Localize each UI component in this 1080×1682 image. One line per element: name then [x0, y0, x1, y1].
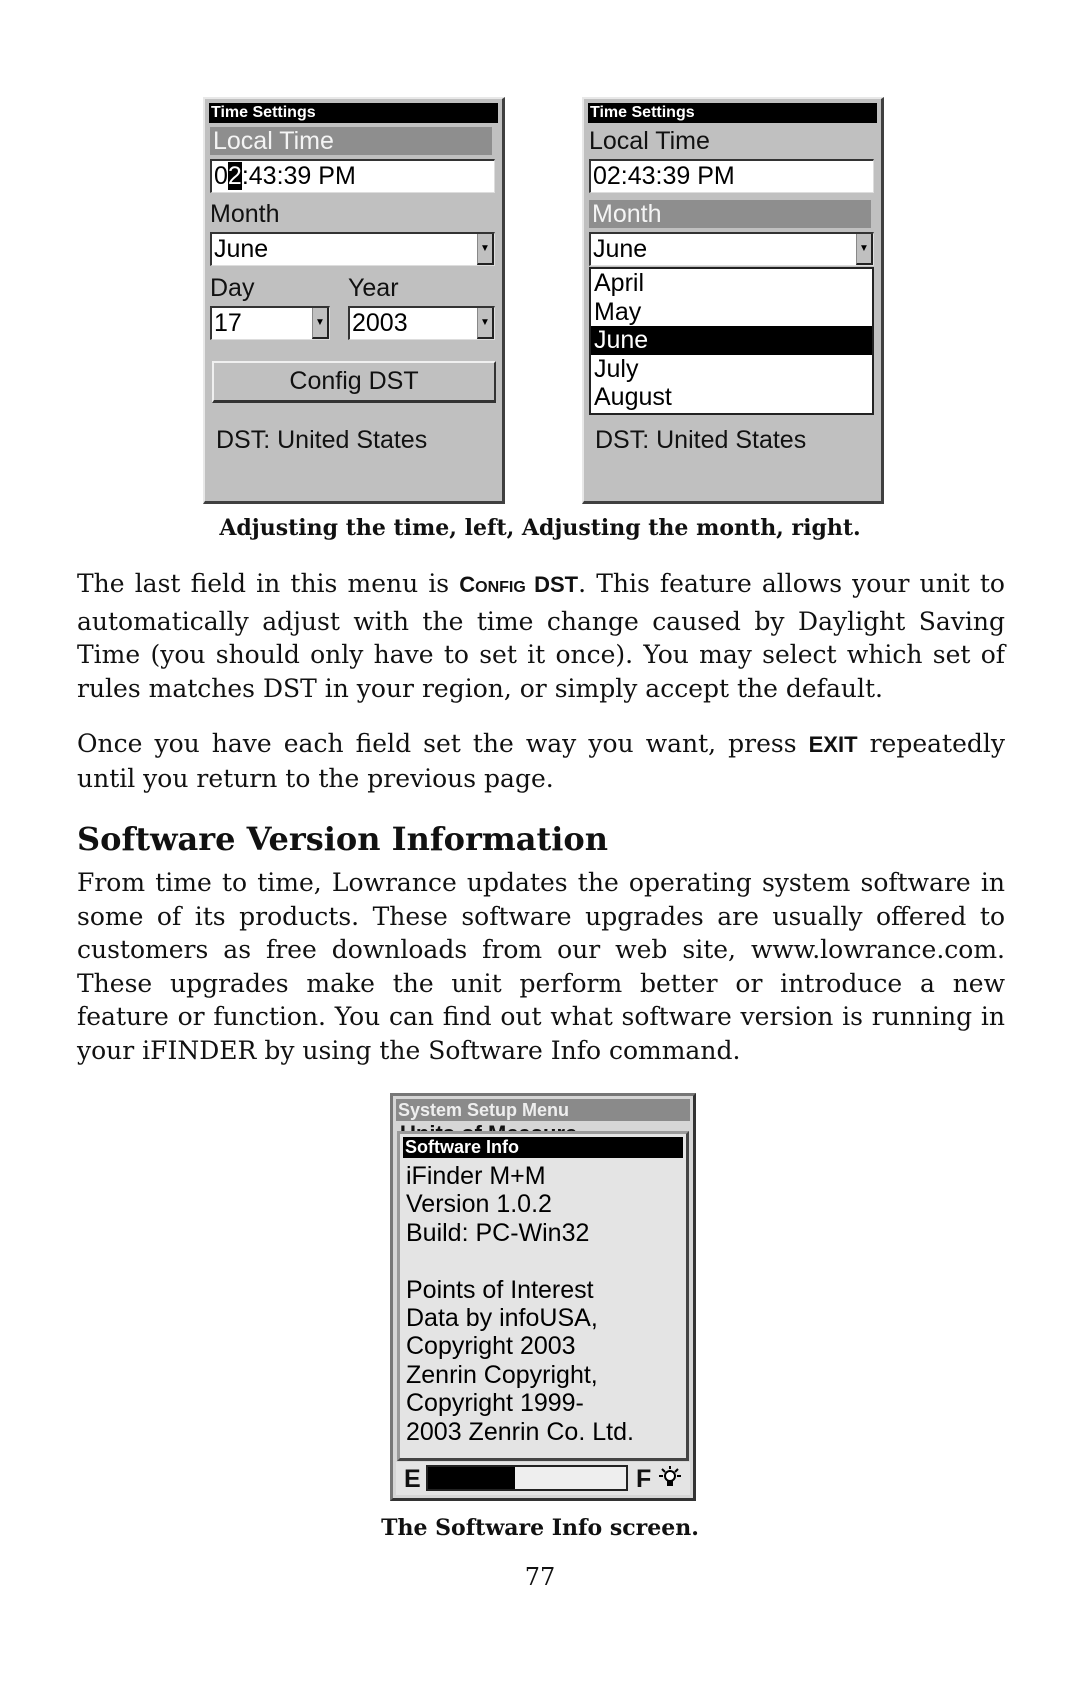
text: Once you have each field set the way you…	[77, 729, 809, 758]
month-dropdown[interactable]: June ▼	[210, 232, 495, 266]
month-option[interactable]: April	[591, 269, 872, 298]
paragraph-config-dst: The last field in this menu is CONFIG DS…	[77, 567, 1005, 705]
time-settings-panel-left: Time Settings Local Time 02:43:39 PM Mon…	[203, 97, 505, 504]
time-suffix: :43:39 PM	[241, 162, 356, 190]
chevron-down-icon[interactable]: ▼	[312, 308, 329, 339]
status-bar: E F	[396, 1462, 690, 1495]
command-name: CONFIG DST	[459, 572, 578, 597]
day-dropdown[interactable]: 17 ▼	[210, 306, 330, 340]
local-time-label: Local Time	[210, 127, 492, 155]
page-number: 77	[524, 1563, 556, 1591]
system-setup-menu-title: System Setup Menu	[396, 1099, 690, 1121]
text: The last field in this menu is	[77, 569, 460, 598]
time-settings-panel-right: Time Settings Local Time 02:43:39 PM Mon…	[582, 97, 884, 504]
software-info-dialog: Software Info iFinder M+M Version 1.0.2 …	[397, 1131, 689, 1461]
software-info-text: iFinder M+M Version 1.0.2 Build: PC-Win3…	[406, 1162, 634, 1446]
figure-caption: The Software Info screen.	[381, 1515, 699, 1541]
figure-caption: Adjusting the time, left, Adjusting the …	[219, 515, 861, 541]
lightbulb-icon	[659, 1466, 681, 1486]
local-time-label: Local Time	[589, 127, 710, 155]
chevron-down-icon[interactable]: ▼	[477, 308, 494, 339]
month-value: June	[593, 235, 648, 263]
text: C	[459, 572, 476, 597]
software-info-screen: System Setup Menu Units of Measure Softw…	[390, 1093, 696, 1501]
panel-title: Time Settings	[588, 103, 877, 123]
dst-status: DST: United States	[595, 426, 807, 454]
text: DST	[525, 572, 579, 597]
config-dst-button[interactable]: Config DST	[212, 361, 496, 403]
month-option[interactable]: May	[591, 298, 872, 327]
battery-gauge-fill	[428, 1467, 516, 1489]
day-value: 17	[214, 309, 242, 337]
year-dropdown[interactable]: 2003 ▼	[348, 306, 495, 340]
local-time-field[interactable]: 02:43:39 PM	[210, 159, 495, 193]
paragraph-exit: Once you have each field set the way you…	[77, 727, 1005, 795]
gauge-empty-label: E	[404, 1465, 421, 1493]
month-label: Month	[210, 200, 280, 228]
year-label: Year	[348, 274, 399, 302]
key-name: EXIT	[808, 732, 858, 757]
dialog-title: Software Info	[403, 1137, 683, 1158]
paragraph-software-version: From time to time, Lowrance updates the …	[77, 868, 1005, 1065]
local-time-field[interactable]: 02:43:39 PM	[589, 159, 874, 193]
chevron-down-icon[interactable]: ▼	[856, 234, 873, 265]
month-dropdown[interactable]: June ▼	[589, 232, 874, 266]
battery-gauge	[426, 1465, 628, 1491]
month-label: Month	[589, 200, 871, 228]
edit-cursor: 2	[227, 162, 242, 190]
month-option[interactable]: August	[591, 383, 872, 412]
month-value: June	[214, 235, 269, 263]
time-prefix: 0	[214, 162, 228, 190]
chevron-down-icon[interactable]: ▼	[477, 234, 494, 265]
month-option-selected[interactable]: June	[591, 326, 872, 355]
panel-title: Time Settings	[209, 103, 498, 123]
month-option[interactable]: July	[591, 355, 872, 384]
month-options-list[interactable]: April May June July August	[589, 267, 874, 415]
gauge-full-label: F	[636, 1465, 652, 1493]
year-value: 2003	[352, 309, 408, 337]
section-heading: Software Version Information	[77, 820, 609, 858]
dst-status: DST: United States	[216, 426, 428, 454]
day-label: Day	[210, 274, 255, 302]
text: ONFIG	[475, 579, 526, 596]
